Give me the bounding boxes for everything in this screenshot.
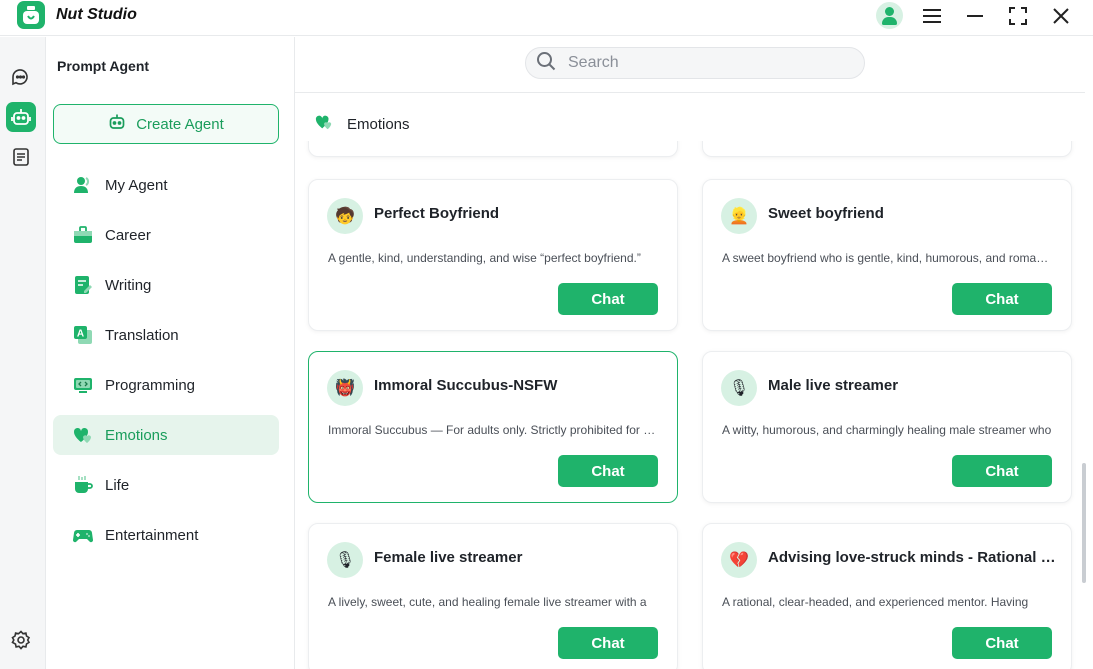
section-title: Emotions <box>347 115 410 133</box>
account-avatar-icon[interactable] <box>876 2 903 29</box>
menu-icon[interactable] <box>918 2 946 30</box>
chat-button[interactable]: Chat <box>558 455 658 487</box>
agent-sidebar: Prompt Agent Create Agent My Agent Caree… <box>46 37 295 669</box>
search-input[interactable] <box>568 54 828 72</box>
translate-icon: A <box>73 325 93 345</box>
agent-avatar-icon: 👱 <box>721 198 757 234</box>
scrollbar-thumb[interactable] <box>1082 463 1086 583</box>
sidebar-item-translation[interactable]: A Translation <box>53 315 279 355</box>
sidebar-item-emotions[interactable]: Emotions <box>53 415 279 455</box>
chat-button[interactable]: Chat <box>952 455 1052 487</box>
user-icon <box>73 175 93 195</box>
sidebar-item-label: Programming <box>105 376 196 394</box>
sidebar-item-writing[interactable]: Writing <box>53 265 279 305</box>
agent-card: 🧒 Perfect Boyfriend A gentle, kind, unde… <box>308 179 678 331</box>
briefcase-icon <box>73 225 93 245</box>
chat-bubbles-icon[interactable] <box>6 62 36 92</box>
robot-icon <box>108 113 126 135</box>
hearts-icon <box>315 113 333 135</box>
agent-avatar-icon: 🎙 <box>721 370 757 406</box>
sidebar-item-label: Entertainment <box>105 526 199 544</box>
sidebar-item-label: Emotions <box>105 426 168 444</box>
sidebar-item-label: Translation <box>105 326 179 344</box>
chat-button[interactable]: Chat <box>952 627 1052 659</box>
sidebar-item-my-agent[interactable]: My Agent <box>53 165 279 205</box>
agent-description: A lively, sweet, cute, and healing femal… <box>328 595 647 609</box>
svg-text:A: A <box>77 329 84 340</box>
sidebar-item-life[interactable]: Life <box>53 465 279 505</box>
code-icon <box>73 375 93 395</box>
agent-avatar-icon: 🧒 <box>327 198 363 234</box>
title-bar: Nut Studio <box>0 0 1093 36</box>
create-agent-label: Create Agent <box>136 115 224 133</box>
agent-title: Sweet boyfriend <box>768 205 884 222</box>
create-agent-button[interactable]: Create Agent <box>53 104 279 144</box>
cup-icon <box>73 475 93 495</box>
minimize-icon[interactable] <box>961 2 989 30</box>
search-icon <box>536 51 556 76</box>
agent-avatar-icon: 👹 <box>327 370 363 406</box>
sidebar-item-career[interactable]: Career <box>53 215 279 255</box>
maximize-icon[interactable] <box>1004 2 1032 30</box>
sidebar-item-label: Life <box>105 476 130 494</box>
app-title: Nut Studio <box>56 6 137 23</box>
sidebar-item-label: Career <box>105 226 151 244</box>
agent-description: Immoral Succubus — For adults only. Stri… <box>328 423 658 437</box>
sidebar-item-programming[interactable]: Programming <box>53 365 279 405</box>
agent-card: 🎙 Female live streamer A lively, sweet, … <box>308 523 678 669</box>
chat-button[interactable]: Chat <box>952 283 1052 315</box>
hearts-icon <box>73 425 93 445</box>
agent-card: 👱 Sweet boyfriend A sweet boyfriend who … <box>702 179 1072 331</box>
sidebar-title: Prompt Agent <box>57 58 150 74</box>
agent-title: Female live streamer <box>374 549 523 566</box>
agent-card <box>308 141 678 157</box>
sidebar-item-entertainment[interactable]: Entertainment <box>53 515 279 555</box>
agent-card <box>702 141 1072 157</box>
agent-title: Perfect Boyfriend <box>374 205 500 222</box>
main-content: Emotions 🧒 Perfect Boyfriend A gentle, k… <box>295 37 1093 669</box>
agent-robot-icon[interactable] <box>6 102 36 132</box>
agent-description: A gentle, kind, understanding, and wise … <box>328 251 641 265</box>
document-icon[interactable] <box>6 142 36 172</box>
agent-card: 🎙 Male live streamer A witty, humorous, … <box>702 351 1072 503</box>
agent-description: A witty, humorous, and charmingly healin… <box>722 423 1052 437</box>
agent-card-grid: 🧒 Perfect Boyfriend A gentle, kind, unde… <box>295 141 1085 669</box>
agent-avatar-icon: 💔 <box>721 542 757 578</box>
agent-title: Advising love-struck minds - Rational st… <box>768 549 1058 566</box>
agent-title: Immoral Succubus-NSFW <box>374 377 558 394</box>
chat-button[interactable]: Chat <box>558 627 658 659</box>
agent-title: Male live streamer <box>768 377 899 394</box>
agent-card: 👹 Immoral Succubus-NSFW Immoral Succubus… <box>308 351 678 503</box>
header-divider <box>295 92 1085 93</box>
app-logo-icon <box>17 1 45 29</box>
chat-button[interactable]: Chat <box>558 283 658 315</box>
icon-rail <box>0 37 46 669</box>
settings-gear-icon[interactable] <box>6 625 36 655</box>
sidebar-item-label: My Agent <box>105 176 168 194</box>
agent-card: 💔 Advising love-struck minds - Rational … <box>702 523 1072 669</box>
agent-description: A sweet boyfriend who is gentle, kind, h… <box>722 251 1052 265</box>
agent-description: A rational, clear-headed, and experience… <box>722 595 1029 609</box>
search-box[interactable] <box>525 47 865 79</box>
section-header: Emotions <box>315 113 410 135</box>
sidebar-item-label: Writing <box>105 276 152 294</box>
gamepad-icon <box>73 525 93 545</box>
agent-avatar-icon: 🎙 <box>327 542 363 578</box>
close-icon[interactable] <box>1047 2 1075 30</box>
writing-icon <box>73 275 93 295</box>
